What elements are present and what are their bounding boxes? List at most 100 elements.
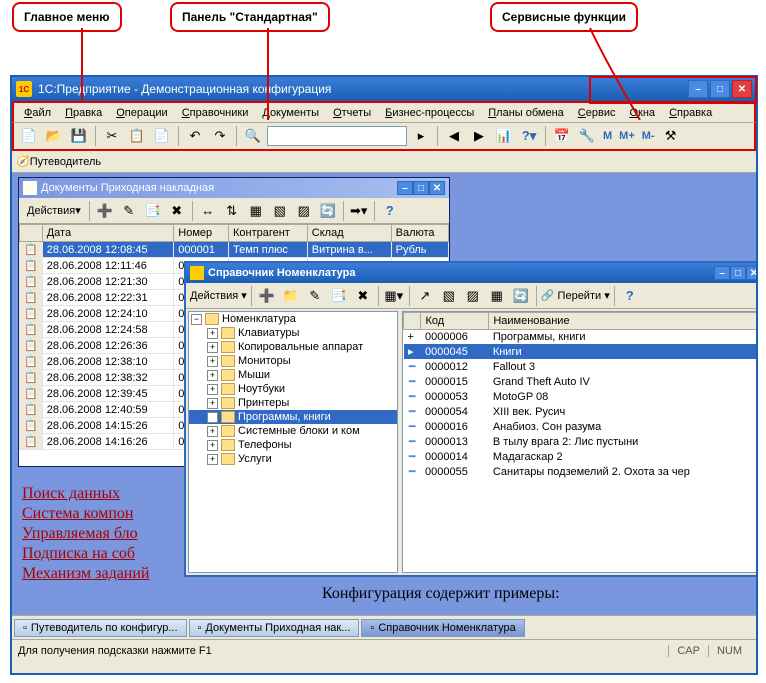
doc-col-header[interactable]: Контрагент [228, 225, 307, 242]
doc-maximize-button[interactable]: □ [413, 181, 429, 195]
doc-t2-icon[interactable]: ▧ [269, 200, 291, 222]
menu-item-6[interactable]: Бизнес-процессы [379, 105, 480, 121]
nav-back-icon[interactable]: ◀ [443, 125, 465, 147]
guide-label[interactable]: Путеводитель [30, 156, 101, 168]
cat-edit-icon[interactable]: ✎ [304, 285, 326, 307]
tree-node[interactable]: +Мониторы [189, 354, 397, 368]
cat-b1-icon[interactable]: ▧ [438, 285, 460, 307]
doc-sort-icon[interactable]: ⇅ [221, 200, 243, 222]
cat-goto-menu[interactable]: 🔗 Перейти ▾ [541, 289, 610, 302]
memory-mminus[interactable]: M- [640, 130, 657, 142]
new-icon[interactable]: 📄 [18, 125, 40, 147]
menu-item-3[interactable]: Справочники [176, 105, 255, 121]
tree-node[interactable]: +Клавиатуры [189, 326, 397, 340]
task-button[interactable]: ▫Справочник Номенклатура [361, 619, 524, 637]
open-icon[interactable]: 📂 [43, 125, 65, 147]
minimize-button[interactable]: – [688, 80, 708, 98]
cat-close-button[interactable]: ✕ [746, 266, 756, 280]
doc-col-header[interactable]: Склад [307, 225, 391, 242]
menu-item-4[interactable]: Документы [256, 105, 325, 121]
find-icon[interactable]: 🔍 [242, 125, 264, 147]
close-button[interactable]: ✕ [732, 80, 752, 98]
tools-icon[interactable]: 🔧 [576, 125, 598, 147]
cat-hierarchy-icon[interactable]: ▦▾ [383, 285, 405, 307]
cat-b3-icon[interactable]: ▦ [486, 285, 508, 307]
doc-actions-menu[interactable]: Действия ▾ [23, 202, 85, 219]
doc-goto-icon[interactable]: ➡▾ [348, 200, 370, 222]
list-item[interactable]: ━0000012Fallout 3 [404, 359, 757, 374]
list-item[interactable]: ━0000053MotoGP 08 [404, 389, 757, 404]
doc-edit-icon[interactable]: ✎ [118, 200, 140, 222]
tree-node[interactable]: +Ноутбуки [189, 382, 397, 396]
cat-delete-icon[interactable]: ✖ [352, 285, 374, 307]
list-item[interactable]: ━0000054XIII век. Русич [404, 404, 757, 419]
save-icon[interactable]: 💾 [68, 125, 90, 147]
maximize-button[interactable]: □ [710, 80, 730, 98]
tree-node[interactable]: +Мыши [189, 368, 397, 382]
list-item[interactable]: ━0000055Санитары подземелий 2. Охота за … [404, 464, 757, 479]
doc-delete-icon[interactable]: ✖ [166, 200, 188, 222]
nav-fwd-icon[interactable]: ▶ [468, 125, 490, 147]
tree-node[interactable]: +Телефоны [189, 438, 397, 452]
cat-tree[interactable]: −Номенклатура+Клавиатуры+Копировальные а… [188, 311, 398, 573]
cat-maximize-button[interactable]: □ [730, 266, 746, 280]
menu-item-5[interactable]: Отчеты [327, 105, 377, 121]
tree-node[interactable]: +Принтеры [189, 396, 397, 410]
menu-item-9[interactable]: Окна [623, 105, 661, 121]
paste-icon[interactable]: 📄 [151, 125, 173, 147]
cat-add-icon[interactable]: ➕ [256, 285, 278, 307]
doc-help-icon[interactable]: ? [379, 200, 401, 222]
list-item[interactable]: ━0000015Grand Theft Auto IV [404, 374, 757, 389]
task-button[interactable]: ▫Документы Приходная нак... [189, 619, 360, 637]
doc-col-header[interactable] [20, 225, 43, 242]
tree-node[interactable]: +Услуги [189, 452, 397, 466]
list-item[interactable]: ▸ 0000045Книги [404, 344, 757, 359]
doc-filter-icon[interactable]: ↔ [197, 200, 219, 222]
doc-refresh-icon[interactable]: 🔄 [317, 200, 339, 222]
redo-icon[interactable]: ↷ [209, 125, 231, 147]
copy-icon[interactable]: 📋 [126, 125, 148, 147]
menu-item-2[interactable]: Операции [110, 105, 173, 121]
cat-actions-menu[interactable]: Действия ▾ [190, 289, 247, 302]
cat-col-header[interactable]: Код [421, 313, 489, 330]
memory-m[interactable]: M [601, 130, 614, 142]
menu-item-10[interactable]: Справка [663, 105, 718, 121]
help-icon[interactable]: ?▾ [518, 125, 540, 147]
menu-item-8[interactable]: Сервис [572, 105, 622, 121]
doc-col-header[interactable]: Дата [42, 225, 174, 242]
memory-mplus[interactable]: M+ [617, 130, 637, 142]
tree-node[interactable]: +Копировальные аппарат [189, 340, 397, 354]
doc-minimize-button[interactable]: – [397, 181, 413, 195]
cat-folder-icon[interactable]: 📁 [280, 285, 302, 307]
cat-col-header[interactable] [404, 313, 421, 330]
doc-col-header[interactable]: Номер [174, 225, 229, 242]
settings-icon[interactable]: ⚒ [660, 125, 682, 147]
report-icon[interactable]: 📊 [493, 125, 515, 147]
doc-close-button[interactable]: ✕ [429, 181, 445, 195]
tree-node[interactable]: +Системные блоки и ком [189, 424, 397, 438]
cut-icon[interactable]: ✂ [101, 125, 123, 147]
list-item[interactable]: ━0000013В тылу врага 2: Лис пустыни [404, 434, 757, 449]
doc-t3-icon[interactable]: ▨ [293, 200, 315, 222]
task-button[interactable]: ▫Путеводитель по конфигур... [14, 619, 187, 637]
list-item[interactable]: ━0000016Анабиоз. Сон разума [404, 419, 757, 434]
menu-item-7[interactable]: Планы обмена [482, 105, 570, 121]
doc-add-icon[interactable]: ➕ [94, 200, 116, 222]
calendar-icon[interactable]: 📅 [551, 125, 573, 147]
cat-move-icon[interactable]: ↗ [414, 285, 436, 307]
cat-refresh-icon[interactable]: 🔄 [510, 285, 532, 307]
search-go-icon[interactable]: ▸ [410, 125, 432, 147]
doc-t1-icon[interactable]: ▦ [245, 200, 267, 222]
tree-node[interactable]: +Программы, книги [189, 410, 397, 424]
menu-item-1[interactable]: Правка [59, 105, 108, 121]
tree-root[interactable]: −Номенклатура [189, 312, 397, 326]
list-item[interactable]: ━0000014Мадагаскар 2 [404, 449, 757, 464]
cat-list[interactable]: КодНаименование+ 0000006Программы, книги… [402, 311, 756, 573]
cat-help-icon[interactable]: ? [619, 285, 641, 307]
list-item[interactable]: + 0000006Программы, книги [404, 330, 757, 345]
cat-b2-icon[interactable]: ▨ [462, 285, 484, 307]
search-input[interactable] [267, 126, 407, 146]
menu-item-0[interactable]: Файл [18, 105, 57, 121]
cat-copy-icon[interactable]: 📑 [328, 285, 350, 307]
cat-col-header[interactable]: Наименование [489, 313, 756, 330]
